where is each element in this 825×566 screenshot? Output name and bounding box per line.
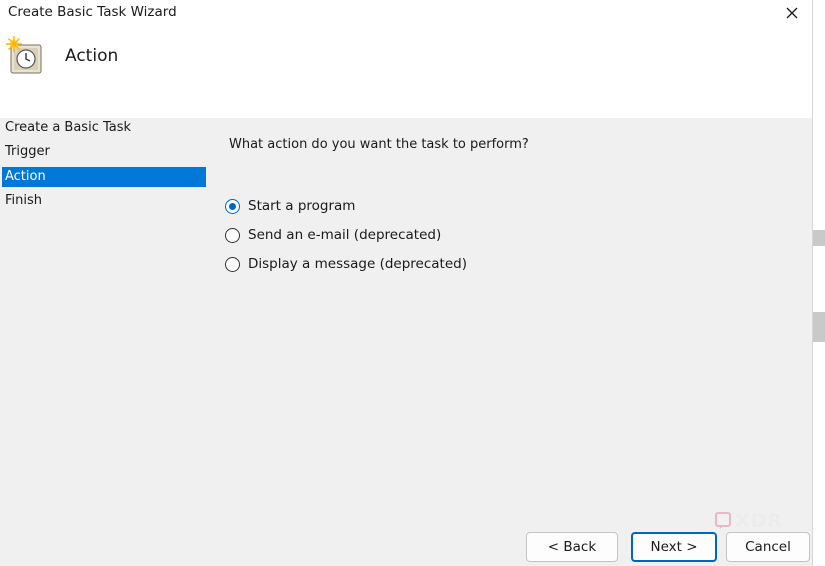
back-button[interactable]: < Back — [526, 532, 618, 562]
wizard-header: Action — [0, 28, 812, 118]
task-scheduler-clock-icon — [6, 36, 42, 74]
step-create-basic-task[interactable]: Create a Basic Task — [2, 118, 206, 138]
title-bar: Create Basic Task Wizard — [0, 0, 812, 28]
action-question: What action do you want the task to perf… — [229, 137, 529, 152]
radio-start-program[interactable] — [225, 198, 240, 214]
option-display-message[interactable]: Display a message (deprecated) — [225, 254, 467, 274]
watermark-text: XDR — [735, 510, 784, 532]
window-edge — [812, 0, 825, 566]
xdr-watermark: XDR — [715, 510, 795, 532]
close-button[interactable] — [772, 0, 812, 26]
option-send-email[interactable]: Send an e-mail (deprecated) — [225, 225, 441, 245]
wizard-content: What action do you want the task to perf… — [220, 118, 812, 566]
close-icon — [786, 7, 798, 19]
next-button[interactable]: Next > — [631, 532, 717, 562]
radio-display-message[interactable] — [225, 256, 240, 272]
step-finish[interactable]: Finish — [2, 191, 206, 211]
step-action[interactable]: Action — [2, 167, 206, 187]
xdr-logo-icon — [715, 512, 731, 529]
wizard-window: Create Basic Task Wizard Action Create a… — [0, 0, 825, 566]
wizard-steps: Create a Basic Task Trigger Action Finis… — [0, 118, 210, 566]
window-title: Create Basic Task Wizard — [8, 4, 177, 20]
option-label: Display a message (deprecated) — [248, 256, 467, 272]
step-trigger[interactable]: Trigger — [2, 142, 206, 162]
page-title: Action — [65, 46, 119, 66]
option-label: Start a program — [248, 198, 356, 214]
option-start-program[interactable]: Start a program — [225, 196, 355, 216]
cancel-button[interactable]: Cancel — [726, 532, 810, 562]
radio-send-email[interactable] — [225, 227, 240, 243]
option-label: Send an e-mail (deprecated) — [248, 227, 442, 243]
